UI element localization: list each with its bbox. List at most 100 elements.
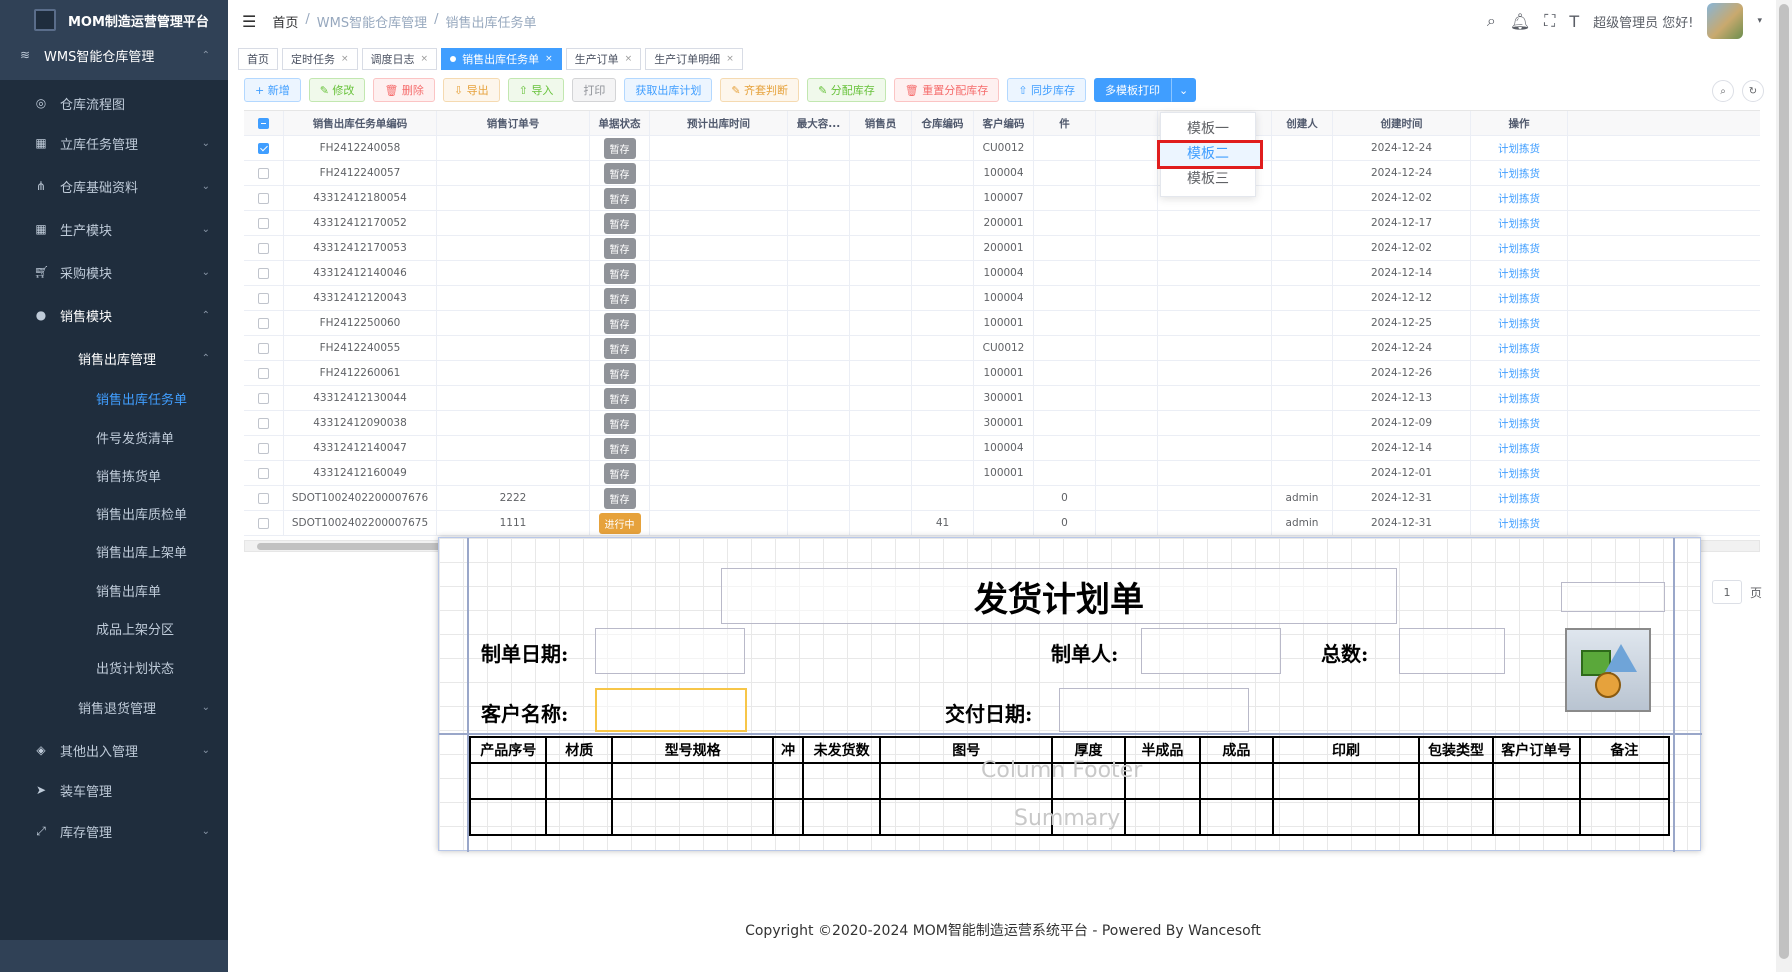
page-input[interactable]: 1 — [1712, 580, 1742, 604]
close-icon[interactable]: × — [421, 54, 429, 64]
table-row[interactable]: FH2412240055 暂存 CU0012 2024-12-24 计划拣货 — [244, 336, 1760, 361]
tab-3[interactable]: 销售出库任务单 × — [441, 48, 562, 70]
row-checkbox[interactable] — [258, 342, 269, 354]
row-checkbox[interactable] — [258, 392, 269, 404]
close-icon[interactable]: × — [341, 54, 349, 64]
table-row[interactable]: 43312412160049 暂存 100001 2024-12-01 计划拣货 — [244, 461, 1760, 486]
plan-picking-link[interactable]: 计划拣货 — [1498, 516, 1540, 531]
fullscreen-icon[interactable]: ⛶ — [1544, 11, 1555, 31]
detail-cell[interactable] — [1578, 762, 1671, 800]
table-row[interactable]: 43312412140047 暂存 100004 2024-12-14 计划拣货 — [244, 436, 1760, 461]
plan-picking-link[interactable]: 计划拣货 — [1498, 366, 1540, 381]
detail-column-header[interactable]: 成品 — [1199, 736, 1274, 764]
sidebar-item-17[interactable]: ◈ 其他出入管理 ⌄ — [0, 735, 228, 765]
sidebar-item-8[interactable]: 销售出库任务单 — [0, 383, 228, 413]
label-total[interactable]: 总数: — [1321, 638, 1368, 667]
plan-picking-link[interactable]: 计划拣货 — [1498, 241, 1540, 256]
detail-cell[interactable] — [611, 762, 775, 800]
import-button[interactable]: ⇧ 导入 — [507, 78, 565, 102]
plan-picking-link[interactable]: 计划拣货 — [1498, 341, 1540, 356]
detail-cell[interactable] — [1418, 798, 1494, 836]
refresh-icon[interactable]: ↻ — [1742, 80, 1764, 102]
tab-5[interactable]: 生产订单明细 × — [645, 48, 743, 70]
vertical-scrollbar[interactable] — [1776, 0, 1792, 972]
row-checkbox[interactable] — [258, 242, 269, 254]
sidebar-item-19[interactable]: ⤢ 库存管理 ⌄ — [0, 816, 228, 846]
table-row[interactable]: 43312412090038 暂存 300001 2024-12-09 计划拣货 — [244, 411, 1760, 436]
sidebar-item-13[interactable]: 销售出库单 — [0, 575, 228, 605]
detail-column-header[interactable]: 包装类型 — [1418, 736, 1494, 764]
detail-column-header[interactable]: 冲 — [772, 736, 804, 764]
table-row[interactable]: SDOT1002402200007675 1111 进行中 41 0 admin 2024-… — [244, 511, 1760, 536]
sync-stock-button[interactable]: ⇧ 同步库存 — [1007, 78, 1086, 102]
font-size-icon[interactable]: T — [1569, 12, 1579, 31]
detail-cell[interactable] — [1271, 762, 1421, 800]
tab-0[interactable]: 首页 — [238, 48, 278, 70]
template-option-2[interactable]: 模板二 — [1157, 140, 1263, 169]
sidebar-item-1[interactable]: ◎ 仓库流程图 — [0, 88, 228, 118]
table-row[interactable]: FH2412250060 暂存 100001 2024-12-25 计划拣货 — [244, 311, 1760, 336]
plan-picking-link[interactable]: 计划拣货 — [1498, 216, 1540, 231]
detail-column-header[interactable]: 材质 — [545, 736, 614, 764]
kit-check-button[interactable]: ✎ 齐套判断 — [720, 78, 800, 102]
plan-picking-link[interactable]: 计划拣货 — [1498, 266, 1540, 281]
plan-picking-link[interactable]: 计划拣货 — [1498, 416, 1540, 431]
customer-field[interactable] — [595, 688, 747, 732]
image-placeholder-icon[interactable] — [1565, 628, 1651, 712]
close-icon[interactable]: × — [545, 54, 553, 64]
bell-icon[interactable]: 🔔︎ — [1510, 12, 1530, 31]
sidebar-item-18[interactable]: ➤ 装车管理 — [0, 775, 228, 805]
row-checkbox[interactable] — [258, 217, 269, 229]
table-row[interactable]: FH2412260061 暂存 100001 2024-12-26 计划拣货 — [244, 361, 1760, 386]
breadcrumb-wms[interactable]: WMS智能仓库管理 — [317, 12, 427, 31]
tab-1[interactable]: 定时任务 × — [282, 48, 358, 70]
detail-column-header[interactable]: 产品序号 — [468, 736, 548, 764]
row-checkbox[interactable] — [258, 292, 269, 304]
detail-column-header[interactable]: 印刷 — [1271, 736, 1421, 764]
label-create-date[interactable]: 制单日期: — [481, 638, 568, 667]
sidebar-item-16[interactable]: 销售退货管理 ⌄ — [0, 692, 228, 722]
detail-cell[interactable] — [545, 762, 614, 800]
close-icon[interactable]: × — [625, 54, 633, 64]
row-checkbox[interactable] — [258, 517, 269, 529]
sidebar-item-4[interactable]: ▦ 生产模块 ⌄ — [0, 214, 228, 244]
allocate-button[interactable]: ✎ 分配库存 — [807, 78, 886, 102]
detail-cell[interactable] — [801, 798, 882, 836]
sidebar-item-3[interactable]: ⋔ 仓库基础资料 ⌄ — [0, 171, 228, 201]
row-checkbox[interactable] — [258, 267, 269, 279]
detail-cell[interactable] — [1491, 798, 1581, 836]
sidebar-item-0[interactable]: ≋ WMS智能仓库管理 ⌃ — [0, 40, 228, 70]
delete-button[interactable]: 🗑 删除 — [373, 78, 435, 102]
caret-down-icon[interactable]: ▾ — [1757, 16, 1762, 26]
label-delivery-date[interactable]: 交付日期: — [945, 698, 1032, 727]
table-row[interactable]: 43312412170052 暂存 200001 2024-12-17 计划拣货 — [244, 211, 1760, 236]
detail-cell[interactable] — [801, 762, 882, 800]
select-all-checkbox[interactable] — [258, 117, 269, 129]
plan-picking-link[interactable]: 计划拣货 — [1498, 316, 1540, 331]
sidebar-item-15[interactable]: 出货计划状态 — [0, 652, 228, 682]
sidebar-item-5[interactable]: 🛒︎ 采购模块 ⌄ — [0, 257, 228, 287]
sidebar-item-10[interactable]: 销售拣货单 — [0, 460, 228, 490]
plan-picking-link[interactable]: 计划拣货 — [1498, 466, 1540, 481]
search-toggle-icon[interactable]: ⌕ — [1712, 80, 1734, 102]
plan-picking-link[interactable]: 计划拣货 — [1498, 141, 1540, 156]
table-row[interactable]: 43312412120043 暂存 100004 2024-12-12 计划拣货 — [244, 286, 1760, 311]
scrollbar-thumb[interactable] — [1779, 4, 1789, 959]
close-icon[interactable]: × — [726, 54, 734, 64]
table-row[interactable]: 43312412180054 暂存 100007 2024-12-02 计划拣货 — [244, 186, 1760, 211]
fetch-plan-button[interactable]: 获取出库计划 — [624, 78, 713, 102]
template-option-3[interactable]: 模板三 — [1161, 167, 1255, 192]
detail-cell[interactable] — [545, 798, 614, 836]
label-maker[interactable]: 制单人: — [1051, 638, 1118, 667]
sidebar-item-7[interactable]: 销售出库管理 ⌃ — [0, 343, 228, 373]
page-number-field[interactable] — [1561, 582, 1665, 612]
edit-button[interactable]: ✎ 修改 — [308, 78, 366, 102]
create-date-field[interactable] — [595, 628, 745, 674]
row-checkbox[interactable] — [258, 167, 269, 179]
detail-cell[interactable] — [772, 798, 804, 836]
sidebar-item-14[interactable]: 成品上架分区 — [0, 613, 228, 643]
sidebar-item-11[interactable]: 销售出库质检单 — [0, 498, 228, 528]
sidebar-item-9[interactable]: 件号发货清单 — [0, 422, 228, 452]
sidebar-item-12[interactable]: 销售出库上架单 — [0, 536, 228, 566]
tab-2[interactable]: 调度日志 × — [361, 48, 438, 70]
